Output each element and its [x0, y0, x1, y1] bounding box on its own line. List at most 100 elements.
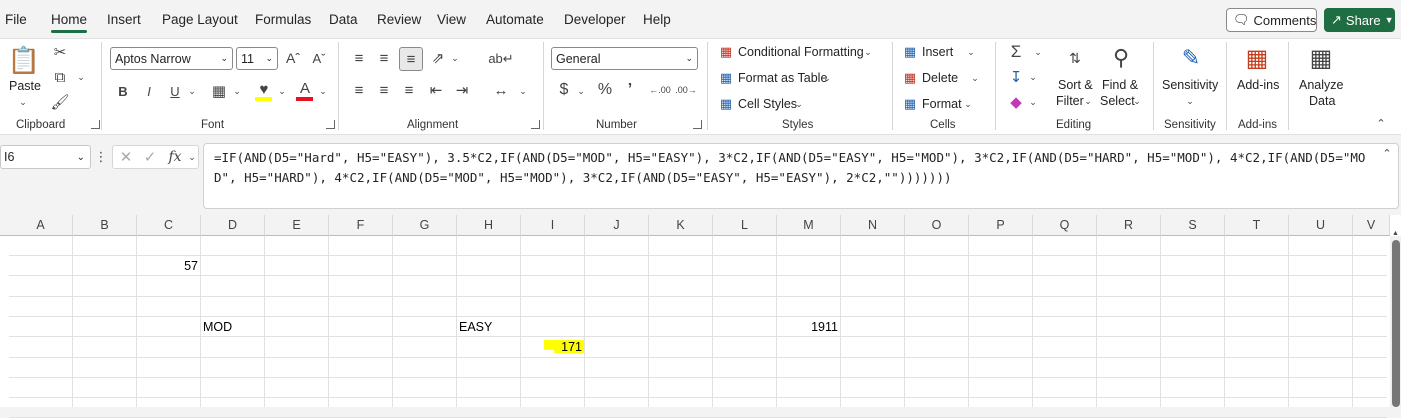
- menu-developer[interactable]: Developer: [564, 12, 626, 27]
- column-header-d[interactable]: D: [201, 215, 265, 236]
- chevron-down-icon[interactable]: ⌄: [74, 70, 88, 84]
- decrease-indent-icon[interactable]: ⇤: [426, 80, 446, 100]
- scroll-up-icon[interactable]: ▲: [1390, 228, 1401, 238]
- copy-icon[interactable]: ⧉: [50, 67, 70, 87]
- currency-icon[interactable]: $: [555, 80, 573, 100]
- cell-h5[interactable]: EASY: [459, 320, 492, 334]
- chevron-down-icon[interactable]: ⌄: [575, 84, 587, 98]
- column-header-o[interactable]: O: [905, 215, 969, 236]
- font-launcher-icon[interactable]: [326, 120, 335, 129]
- conditional-formatting-button[interactable]: Conditional Formatting: [738, 45, 864, 59]
- increase-font-icon[interactable]: Aˆ: [283, 48, 303, 68]
- add-ins-button[interactable]: Add-ins: [1237, 78, 1279, 92]
- chevron-down-icon[interactable]: ⌄: [962, 97, 974, 111]
- share-button[interactable]: ↗ Share ▼: [1324, 8, 1395, 32]
- insert-function-icon[interactable]: fx: [165, 147, 185, 167]
- clear-icon[interactable]: ◆: [1005, 92, 1027, 112]
- sort-filter-label-1[interactable]: Sort &: [1058, 78, 1093, 92]
- bold-button[interactable]: B: [114, 81, 132, 101]
- cell-styles-button[interactable]: Cell Styles: [738, 97, 797, 111]
- font-color-icon[interactable]: A: [295, 78, 315, 98]
- column-header-v[interactable]: V: [1353, 215, 1390, 236]
- cell-m5[interactable]: 1911: [800, 320, 838, 334]
- column-header-h[interactable]: H: [457, 215, 521, 236]
- cell-i6[interactable]: 171: [545, 340, 582, 354]
- cell-c2[interactable]: 57: [168, 259, 198, 273]
- column-header-l[interactable]: L: [713, 215, 777, 236]
- number-launcher-icon[interactable]: [693, 120, 702, 129]
- enter-icon[interactable]: ✓: [141, 147, 159, 167]
- format-painter-icon[interactable]: 🖌: [50, 92, 70, 112]
- align-middle-icon[interactable]: ≡: [374, 48, 394, 68]
- align-center-icon[interactable]: ≡: [374, 80, 394, 100]
- analyze-data-icon[interactable]: ▦: [1305, 42, 1337, 74]
- sort-filter-label-2[interactable]: Filter: [1056, 94, 1084, 108]
- menu-home[interactable]: Home: [51, 12, 87, 27]
- select-all-corner[interactable]: [0, 215, 9, 236]
- column-header-p[interactable]: P: [969, 215, 1033, 236]
- format-as-table-icon[interactable]: ▦: [717, 69, 735, 87]
- comments-button[interactable]: 🗨 Comments: [1226, 8, 1317, 32]
- menu-page-layout[interactable]: Page Layout: [162, 12, 238, 27]
- cell-styles-icon[interactable]: ▦: [717, 95, 735, 113]
- menu-automate[interactable]: Automate: [486, 12, 544, 27]
- align-right-icon[interactable]: ≡: [399, 80, 419, 100]
- percent-icon[interactable]: %: [595, 80, 615, 100]
- format-cells-icon[interactable]: ▦: [901, 95, 919, 113]
- clipboard-launcher-icon[interactable]: [91, 120, 100, 129]
- menu-insert[interactable]: Insert: [107, 12, 141, 27]
- sort-filter-icon[interactable]: ⇅: [1058, 42, 1092, 74]
- column-header-g[interactable]: G: [393, 215, 457, 236]
- column-header-i[interactable]: I: [521, 215, 585, 236]
- menu-data[interactable]: Data: [329, 12, 358, 27]
- cancel-icon[interactable]: ✕: [117, 147, 135, 167]
- font-size-dropdown[interactable]: 11 ⌄: [236, 47, 278, 70]
- analyze-data-label-2[interactable]: Data: [1309, 94, 1335, 108]
- paste-icon[interactable]: 📋: [8, 44, 40, 76]
- chevron-down-icon[interactable]: ⌄: [449, 51, 461, 65]
- format-as-table-button[interactable]: Format as Table: [738, 71, 827, 85]
- merge-center-icon[interactable]: ↔: [490, 80, 512, 100]
- cell-d5[interactable]: MOD: [203, 320, 232, 334]
- column-header-k[interactable]: K: [649, 215, 713, 236]
- autosum-icon[interactable]: Σ: [1005, 42, 1027, 62]
- chevron-down-icon[interactable]: ⌄: [15, 96, 31, 108]
- wrap-text-icon[interactable]: ab↵: [488, 48, 513, 70]
- decrease-font-icon[interactable]: Aˇ: [309, 48, 329, 68]
- sensitivity-button[interactable]: Sensitivity: [1162, 78, 1218, 92]
- chevron-down-icon[interactable]: ⌄: [793, 97, 805, 111]
- chevron-down-icon[interactable]: ⌄: [969, 71, 981, 85]
- chevron-down-icon[interactable]: ⌄: [187, 150, 197, 164]
- add-ins-icon[interactable]: ▦: [1241, 42, 1273, 74]
- conditional-formatting-icon[interactable]: ▦: [717, 43, 735, 61]
- chevron-down-icon[interactable]: ⌄: [821, 71, 833, 85]
- delete-cells-button[interactable]: Delete: [922, 71, 958, 85]
- sensitivity-icon[interactable]: ✎: [1175, 42, 1207, 74]
- alignment-launcher-icon[interactable]: [531, 120, 540, 129]
- collapse-ribbon-icon[interactable]: ⌃: [1374, 116, 1388, 130]
- align-bottom-icon[interactable]: ≡: [399, 47, 423, 71]
- decrease-decimal-icon[interactable]: .00→: [675, 80, 697, 100]
- cut-icon[interactable]: ✂: [50, 42, 70, 62]
- menu-formulas[interactable]: Formulas: [255, 12, 311, 27]
- column-header-j[interactable]: J: [585, 215, 649, 236]
- chevron-down-icon[interactable]: ⌄: [231, 84, 243, 98]
- column-header-s[interactable]: S: [1161, 215, 1225, 236]
- chevron-down-icon[interactable]: ⌄: [1032, 45, 1044, 59]
- chevron-down-icon[interactable]: ⌄: [1131, 94, 1143, 108]
- find-select-label-2[interactable]: Select: [1100, 94, 1135, 108]
- chevron-down-icon[interactable]: ⌄: [276, 84, 288, 98]
- chevron-down-icon[interactable]: ⌄: [1184, 94, 1196, 108]
- increase-indent-icon[interactable]: ⇥: [452, 80, 472, 100]
- column-header-r[interactable]: R: [1097, 215, 1161, 236]
- column-header-c[interactable]: C: [137, 215, 201, 236]
- orientation-icon[interactable]: ⇗: [428, 48, 448, 68]
- increase-decimal-icon[interactable]: ←.00: [649, 80, 671, 100]
- borders-icon[interactable]: ▦: [209, 81, 229, 101]
- paste-label[interactable]: Paste: [9, 79, 41, 93]
- chevron-down-icon[interactable]: ⌄: [517, 84, 529, 98]
- menu-file[interactable]: File: [5, 12, 27, 27]
- fill-icon[interactable]: ↧: [1005, 67, 1027, 87]
- column-header-n[interactable]: N: [841, 215, 905, 236]
- menu-help[interactable]: Help: [643, 12, 671, 27]
